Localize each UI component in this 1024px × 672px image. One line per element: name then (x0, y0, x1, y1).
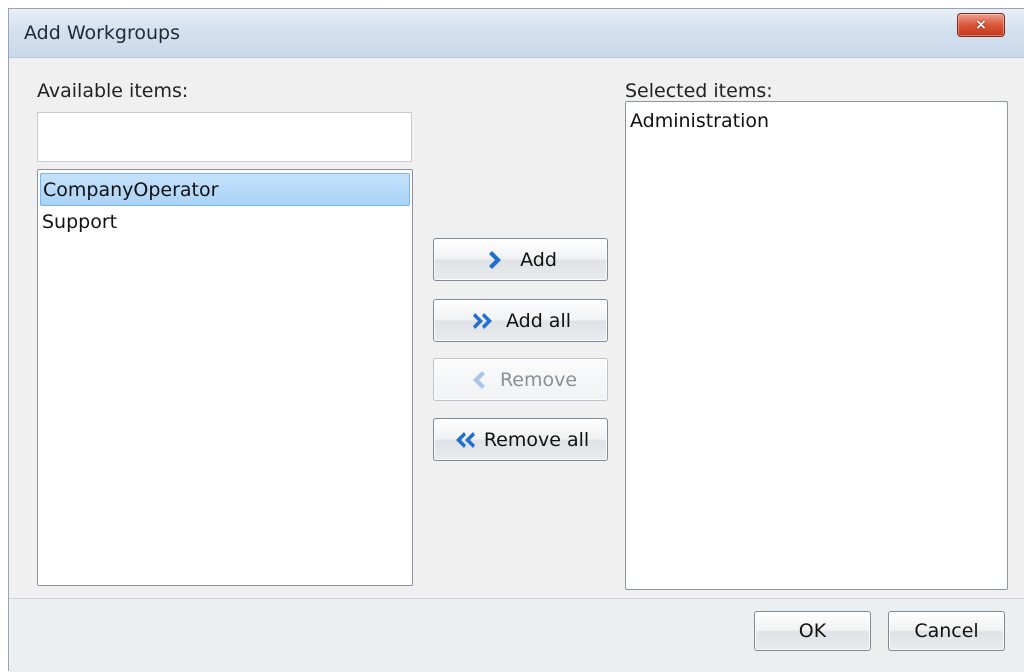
available-items-list[interactable]: CompanyOperator Support (37, 169, 413, 586)
selected-items-label: Selected items: (625, 80, 773, 102)
remove-all-button-label: Remove all (483, 428, 590, 451)
double-chevron-left-icon (452, 429, 478, 451)
chevron-left-icon (464, 369, 490, 391)
close-button[interactable]: × (957, 13, 1005, 37)
list-item-companyoperator[interactable]: CompanyOperator (40, 173, 410, 206)
add-all-button[interactable]: Add all (433, 299, 608, 342)
available-items-label: Available items: (37, 80, 189, 102)
ok-button-label: OK (798, 620, 827, 642)
add-workgroups-dialog: Add Workgroups × Available items: Compan… (8, 8, 1024, 672)
chevron-right-icon (484, 249, 510, 271)
remove-button[interactable]: Remove (433, 358, 608, 401)
remove-button-label: Remove (499, 368, 578, 391)
add-button-label: Add (520, 248, 557, 271)
double-chevron-right-icon (470, 310, 496, 332)
add-all-button-label: Add all (505, 309, 572, 332)
ok-button[interactable]: OK (754, 611, 871, 651)
title-bar[interactable]: Add Workgroups × (9, 9, 1024, 58)
list-item-administration[interactable]: Administration (628, 105, 1005, 138)
close-icon: × (975, 17, 987, 33)
list-item-support[interactable]: Support (40, 206, 410, 239)
dialog-title: Add Workgroups (24, 22, 181, 44)
dialog-body: Available items: CompanyOperator Support… (9, 58, 1024, 598)
add-button[interactable]: Add (433, 238, 608, 281)
available-filter-input[interactable] (37, 112, 412, 162)
dialog-footer: OK Cancel (9, 598, 1024, 672)
cancel-button[interactable]: Cancel (888, 611, 1005, 651)
remove-all-button[interactable]: Remove all (433, 418, 608, 461)
selected-items-list[interactable]: Administration (625, 101, 1008, 590)
cancel-button-label: Cancel (914, 620, 979, 642)
